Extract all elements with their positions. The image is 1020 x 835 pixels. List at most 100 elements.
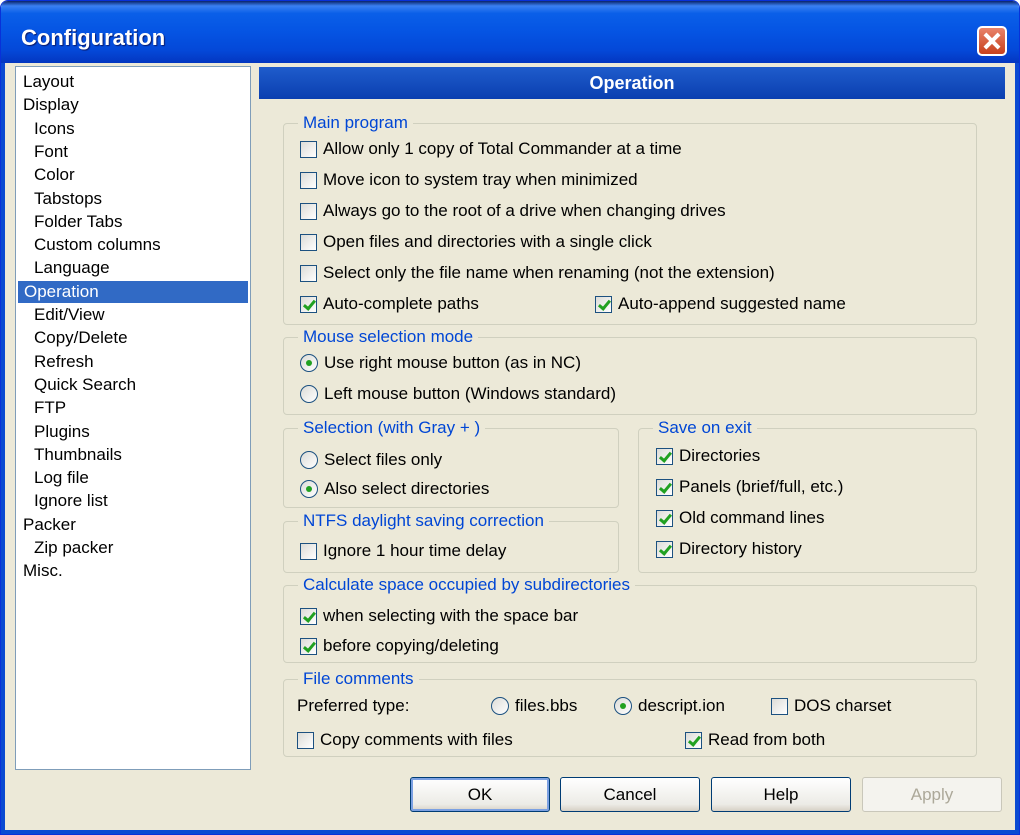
ignore-hour-checkbox[interactable]: Ignore 1 hour time delay (300, 539, 506, 563)
radio-circle[interactable] (300, 480, 318, 498)
tree-item-icons[interactable]: Icons (34, 118, 75, 140)
save-directories-checkbox[interactable]: Directories (656, 444, 760, 468)
save-dir-history-checkbox[interactable]: Directory history (656, 537, 802, 561)
checkbox-box[interactable] (300, 264, 317, 282)
checkbox-label: Directory history (679, 539, 802, 558)
checkbox-box[interactable] (771, 697, 788, 715)
tree-item-thumbnails[interactable]: Thumbnails (34, 444, 122, 466)
files-bbs-radio[interactable]: files.bbs (491, 694, 577, 718)
checkbox-box[interactable] (300, 140, 317, 158)
tree-item-edit-view[interactable]: Edit/View (34, 304, 105, 326)
radio-label: Use right mouse button (as in NC) (324, 353, 581, 372)
checkbox-label: Ignore 1 hour time delay (323, 541, 507, 560)
tree-item-log-file[interactable]: Log file (34, 467, 89, 489)
left-mouse-radio[interactable]: Left mouse button (Windows standard) (300, 382, 616, 406)
settings-tree[interactable]: Layout Display Icons Font Color Tabstops Folde… (15, 66, 251, 770)
title-bar[interactable]: Configuration (1, 1, 1019, 63)
auto-append-checkbox[interactable]: Auto-append suggested name (595, 292, 846, 316)
tree-item-font[interactable]: Font (34, 141, 68, 163)
ntfs-title: NTFS daylight saving correction (298, 510, 549, 532)
tree-item-language[interactable]: Language (34, 257, 110, 279)
window-border-left (1, 63, 5, 834)
tree-item-refresh[interactable]: Refresh (34, 351, 94, 373)
single-click-checkbox[interactable]: Open files and directories with a single… (300, 230, 652, 254)
tree-item-zip-packer[interactable]: Zip packer (34, 537, 113, 559)
checkbox-box[interactable] (300, 295, 317, 313)
checkbox-label: Read from both (708, 730, 826, 749)
checkbox-label: Allow only 1 copy of Total Commander at … (323, 139, 682, 158)
tree-item-plugins[interactable]: Plugins (34, 421, 90, 443)
radio-circle[interactable] (491, 697, 509, 715)
radio-circle[interactable] (300, 451, 318, 469)
ok-button[interactable]: OK (410, 777, 550, 812)
radio-circle[interactable] (614, 697, 632, 715)
radio-circle[interactable] (300, 354, 318, 372)
checkbox-label: Select only the file name when renaming … (323, 263, 775, 282)
checkbox-label: Directories (679, 446, 761, 465)
checkbox-box[interactable] (595, 295, 612, 313)
radio-label: descript.ion (638, 696, 725, 715)
checkbox-box[interactable] (297, 731, 314, 749)
tree-item-copy-delete[interactable]: Copy/Delete (34, 327, 128, 349)
save-panels-checkbox[interactable]: Panels (brief/full, etc.) (656, 475, 843, 499)
close-button[interactable] (977, 26, 1007, 56)
select-files-only-radio[interactable]: Select files only (300, 448, 442, 472)
tree-item-display[interactable]: Display (23, 94, 79, 116)
also-select-dirs-radio[interactable]: Also select directories (300, 477, 489, 501)
checkbox-label: Always go to the root of a drive when ch… (323, 201, 726, 220)
help-button[interactable]: Help (711, 777, 851, 812)
apply-button: Apply (862, 777, 1002, 812)
tray-icon-checkbox[interactable]: Move icon to system tray when minimized (300, 168, 638, 192)
copy-comments-checkbox[interactable]: Copy comments with files (297, 728, 513, 752)
descript-ion-radio[interactable]: descript.ion (614, 694, 725, 718)
checkbox-box[interactable] (656, 447, 673, 465)
checkbox-label: when selecting with the space bar (323, 606, 579, 625)
tree-item-custom-columns[interactable]: Custom columns (34, 234, 161, 256)
radio-circle[interactable] (300, 385, 318, 403)
save-on-exit-title: Save on exit (653, 417, 757, 439)
tree-item-color[interactable]: Color (34, 164, 75, 186)
tree-item-ftp[interactable]: FTP (34, 397, 66, 419)
main-program-title: Main program (298, 112, 413, 134)
checkbox-box[interactable] (300, 202, 317, 220)
checkbox-box[interactable] (300, 542, 317, 560)
checkbox-box[interactable] (685, 731, 702, 749)
space-bar-checkbox[interactable]: when selecting with the space bar (300, 604, 578, 628)
save-old-cmdlines-checkbox[interactable]: Old command lines (656, 506, 825, 530)
tree-item-quick-search[interactable]: Quick Search (34, 374, 136, 396)
selection-gray-title: Selection (with Gray + ) (298, 417, 486, 439)
checkbox-label: Auto-append suggested name (618, 294, 846, 313)
tree-item-folder-tabs[interactable]: Folder Tabs (34, 211, 123, 233)
tree-item-misc[interactable]: Misc. (23, 560, 63, 582)
tree-item-packer[interactable]: Packer (23, 514, 76, 536)
tree-item-ignore-list[interactable]: Ignore list (34, 490, 108, 512)
root-drive-checkbox[interactable]: Always go to the root of a drive when ch… (300, 199, 726, 223)
dos-charset-checkbox[interactable]: DOS charset (771, 694, 891, 718)
checkbox-box[interactable] (656, 540, 673, 558)
radio-label: Select files only (324, 450, 443, 469)
checkbox-label: Move icon to system tray when minimized (323, 170, 638, 189)
tree-item-operation[interactable]: Operation (18, 280, 248, 303)
checkbox-box[interactable] (300, 233, 317, 251)
checkbox-label: Old command lines (679, 508, 825, 527)
before-copy-checkbox[interactable]: before copying/deleting (300, 634, 499, 658)
calc-space-title: Calculate space occupied by subdirectori… (298, 574, 635, 596)
right-mouse-radio[interactable]: Use right mouse button (as in NC) (300, 351, 581, 375)
checkbox-box[interactable] (300, 171, 317, 189)
checkbox-box[interactable] (656, 509, 673, 527)
tree-item-tabstops[interactable]: Tabstops (34, 188, 102, 210)
radio-label: files.bbs (515, 696, 578, 715)
read-both-checkbox[interactable]: Read from both (685, 728, 825, 752)
checkbox-box[interactable] (656, 478, 673, 496)
auto-complete-checkbox[interactable]: Auto-complete paths (300, 292, 479, 316)
cancel-button[interactable]: Cancel (560, 777, 700, 812)
tree-item-layout[interactable]: Layout (23, 71, 74, 93)
radio-label: Also select directories (324, 479, 490, 498)
checkbox-label: Auto-complete paths (323, 294, 479, 313)
rename-name-only-checkbox[interactable]: Select only the file name when renaming … (300, 261, 775, 285)
window-title: Configuration (21, 25, 166, 50)
allow-one-copy-checkbox[interactable]: Allow only 1 copy of Total Commander at … (300, 137, 682, 161)
checkbox-box[interactable] (300, 607, 317, 625)
checkbox-box[interactable] (300, 637, 317, 655)
checkbox-label: Panels (brief/full, etc.) (679, 477, 844, 496)
